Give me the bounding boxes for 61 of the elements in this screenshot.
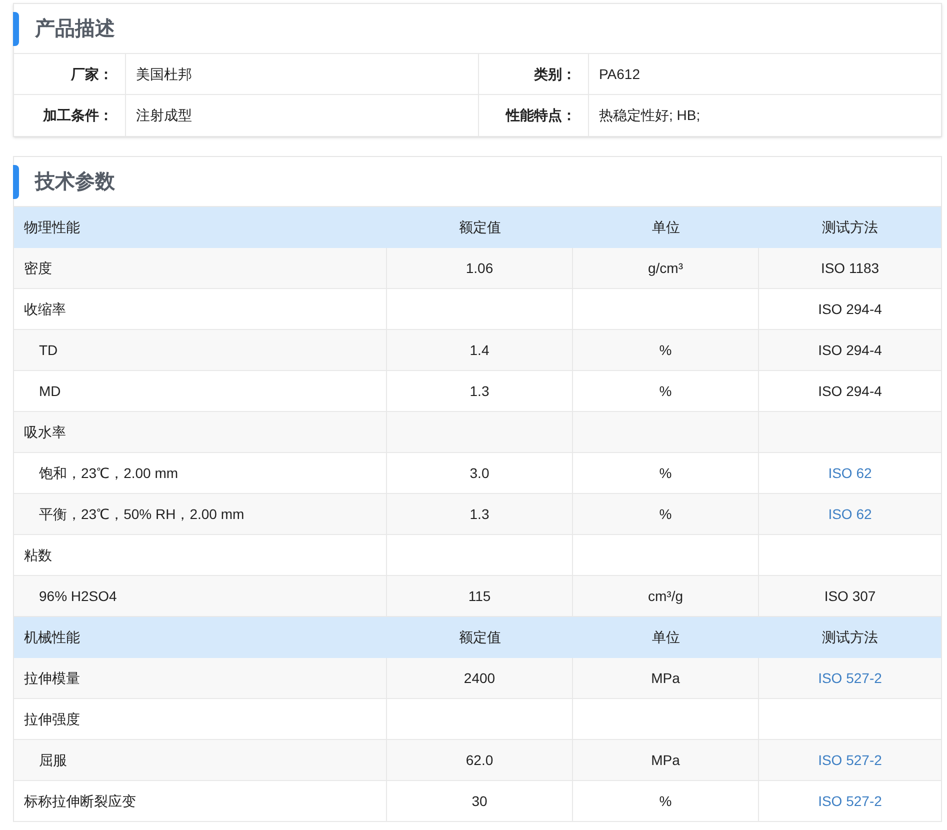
table-cell-text: 96% H2SO4: [39, 586, 117, 606]
table-cell-text: TD: [39, 340, 58, 360]
field-label: 类别：: [534, 64, 576, 84]
table-cell-text: %: [659, 340, 672, 360]
method-link[interactable]: ISO 527-2: [818, 790, 882, 812]
field-value: 注射成型: [136, 106, 192, 125]
table-cell-text: ISO 294-4: [818, 340, 882, 360]
table-cell-text: 粘数: [24, 546, 52, 564]
table-cell-text: ISO 294-4: [818, 300, 882, 318]
column-header: 额定值: [459, 628, 501, 647]
table-cell-text: 平衡，23℃，50% RH，2.00 mm: [39, 504, 244, 524]
field-label: 厂家：: [71, 64, 113, 84]
method-link[interactable]: ISO 62: [828, 504, 872, 524]
table-cell-text: %: [659, 464, 672, 482]
table-cell-text: 30: [472, 792, 488, 810]
section-title: 技术参数: [35, 170, 115, 194]
table-cell-text: ISO 294-4: [818, 382, 882, 400]
field-label: 性能特点：: [506, 106, 576, 125]
column-header: 额定值: [459, 218, 501, 237]
table-cell-text: ISO 1183: [820, 258, 880, 278]
column-header: 物理性能: [24, 218, 80, 237]
table-cell-text: 吸水率: [24, 422, 66, 442]
accent-bar: [13, 12, 19, 46]
table-cell-text: g/cm³: [648, 258, 683, 278]
table-cell-text: 拉伸模量: [24, 668, 80, 688]
table-cell-text: MPa: [651, 668, 680, 688]
table-cell-text: 1.4: [470, 340, 490, 360]
table-cell-text: 1.3: [470, 504, 490, 524]
field-value: 美国杜邦: [136, 64, 192, 84]
column-header: 测试方法: [822, 628, 878, 647]
table-cell-text: 1.3: [470, 382, 490, 400]
table-cell-text: 饱和，23℃，2.00 mm: [39, 464, 178, 482]
method-link[interactable]: ISO 527-2: [818, 750, 882, 770]
table-cell-text: %: [659, 382, 672, 400]
table-cell-text: 115: [468, 586, 491, 606]
table-cell-text: cm³/g: [648, 586, 683, 606]
table-cell-text: %: [659, 792, 672, 810]
table-cell-text: 1.06: [466, 258, 494, 278]
column-header: 机械性能: [24, 628, 80, 647]
field-value: 热稳定性好; HB;: [599, 106, 700, 125]
table-cell-text: 标称拉伸断裂应变: [24, 792, 136, 810]
table-cell-text: MD: [39, 382, 61, 400]
table-cell-text: 密度: [24, 258, 52, 278]
table-cell-text: MPa: [651, 750, 680, 770]
column-header: 单位: [652, 628, 680, 647]
method-link[interactable]: ISO 62: [828, 462, 872, 484]
table-cell-text: 拉伸强度: [24, 710, 80, 728]
table-cell-text: 屈服: [39, 750, 67, 770]
table-cell-text: 62.0: [466, 750, 494, 770]
accent-bar: [13, 164, 19, 198]
column-header: 测试方法: [822, 218, 878, 237]
field-value: PA612: [599, 64, 640, 84]
table-cell-text: 2400: [464, 668, 496, 688]
column-header: 单位: [652, 218, 680, 237]
section-title: 产品描述: [35, 16, 115, 42]
table-cell-text: 收缩率: [24, 300, 66, 318]
table-cell-text: %: [659, 504, 672, 524]
field-label: 加工条件：: [43, 106, 113, 125]
table-cell-text: 3.0: [470, 464, 490, 482]
table-cell-text: ISO 307: [824, 586, 876, 606]
method-link[interactable]: ISO 527-2: [818, 668, 882, 688]
